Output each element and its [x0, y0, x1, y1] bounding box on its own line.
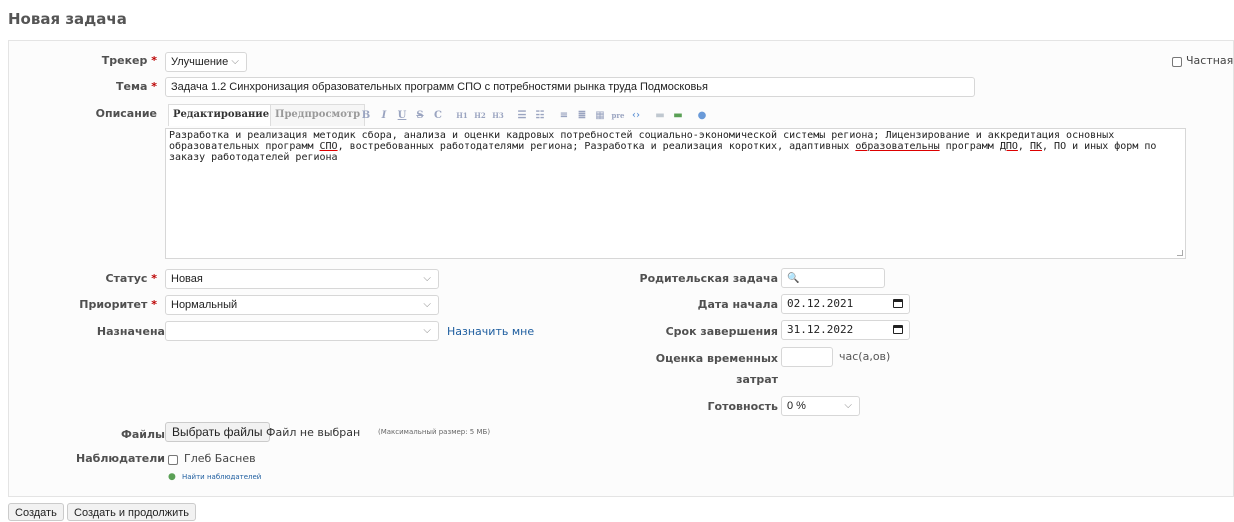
chevron-down-icon: ⌵: [423, 299, 431, 310]
numbered-list-icon[interactable]: ☷: [532, 108, 548, 124]
description-textarea[interactable]: Разработка и реализация методик сбора, а…: [165, 128, 1186, 259]
subject-label: Тема *: [116, 80, 157, 93]
tab-edit[interactable]: Редактирование: [168, 104, 275, 126]
italic-icon[interactable]: I: [376, 108, 392, 124]
assignee-label: Назначена: [96, 325, 165, 338]
description-label: Описание: [95, 107, 157, 120]
link-icon[interactable]: ▬: [670, 108, 686, 124]
parent-task-label: Родительская задача: [639, 272, 778, 285]
hours-unit-label: час(а,ов): [839, 350, 891, 363]
bullet-list-icon[interactable]: ☰: [514, 108, 530, 124]
estimated-time-label: Оценка временных затрат: [655, 352, 778, 386]
strikethrough-icon[interactable]: S: [412, 108, 428, 124]
pre-icon[interactable]: pre: [610, 108, 626, 124]
start-date-label: Дата начала: [697, 298, 778, 311]
tab-preview[interactable]: Предпросмотр: [270, 104, 366, 126]
calendar-icon[interactable]: [893, 299, 903, 308]
create-button[interactable]: Создать: [8, 503, 64, 521]
image-icon[interactable]: ▬: [652, 108, 668, 124]
choose-files-button[interactable]: Выбрать файлы: [165, 422, 270, 442]
chevron-down-icon: ⌵: [423, 325, 431, 336]
done-ratio-select[interactable]: 0 % ⌵: [781, 396, 860, 416]
page-title: Новая задача: [8, 10, 127, 28]
chevron-down-icon: ⌵: [423, 273, 431, 284]
done-ratio-label: Готовность: [707, 400, 778, 413]
bold-icon[interactable]: B: [358, 108, 374, 124]
due-date-input[interactable]: 31.12.2022: [781, 320, 910, 340]
underline-icon[interactable]: U: [394, 108, 410, 124]
files-label: Файлы: [120, 428, 165, 441]
calendar-icon[interactable]: [893, 325, 903, 334]
resize-handle[interactable]: [1177, 250, 1183, 256]
table-icon[interactable]: ▦: [592, 108, 608, 124]
find-watchers-link[interactable]: Найти наблюдателей: [182, 473, 261, 481]
create-and-continue-button[interactable]: Создать и продолжить: [67, 503, 196, 521]
chevron-down-icon: ⌵: [231, 56, 239, 67]
estimated-time-input[interactable]: [781, 347, 833, 367]
watchers-label: Наблюдатели: [76, 452, 165, 465]
assignee-select[interactable]: ⌵: [165, 321, 439, 341]
due-date-label: Срок завершения: [665, 325, 778, 338]
heading1-icon[interactable]: H1: [454, 108, 470, 124]
status-label: Статус *: [105, 272, 157, 285]
max-size-label: (Максимальный размер: 5 МБ): [378, 428, 491, 436]
add-icon: ●: [168, 472, 176, 482]
tracker-label: Трекер *: [101, 54, 157, 67]
priority-label: Приоритет *: [79, 298, 157, 311]
align-left-icon[interactable]: ≡: [556, 108, 572, 124]
start-date-input[interactable]: 02.12.2021: [781, 294, 910, 314]
chevron-down-icon: ⌵: [844, 400, 852, 411]
no-file-chosen-label: Файл не выбран: [266, 426, 361, 439]
help-icon[interactable]: ●: [694, 108, 710, 124]
assign-to-me-link[interactable]: Назначить мне: [447, 325, 534, 338]
private-checkbox[interactable]: [1172, 57, 1182, 67]
align-right-icon[interactable]: ≣: [574, 108, 590, 124]
priority-select[interactable]: Нормальный ⌵: [165, 295, 439, 315]
private-label: Частная: [1186, 54, 1234, 67]
subject-input[interactable]: Задача 1.2 Синхронизация образовательных…: [165, 77, 975, 97]
tracker-select[interactable]: Улучшение ⌵: [165, 52, 247, 72]
watcher-checkbox[interactable]: [168, 455, 178, 465]
watcher-name: Глеб Баснев: [184, 452, 256, 465]
search-icon: 🔍: [787, 273, 800, 284]
heading2-icon[interactable]: H2: [472, 108, 488, 124]
heading3-icon[interactable]: H3: [490, 108, 506, 124]
code-inline-icon[interactable]: C: [430, 108, 446, 124]
code-icon[interactable]: ‹›: [628, 108, 644, 124]
parent-task-input[interactable]: 🔍: [781, 268, 885, 288]
status-select[interactable]: Новая ⌵: [165, 269, 439, 289]
